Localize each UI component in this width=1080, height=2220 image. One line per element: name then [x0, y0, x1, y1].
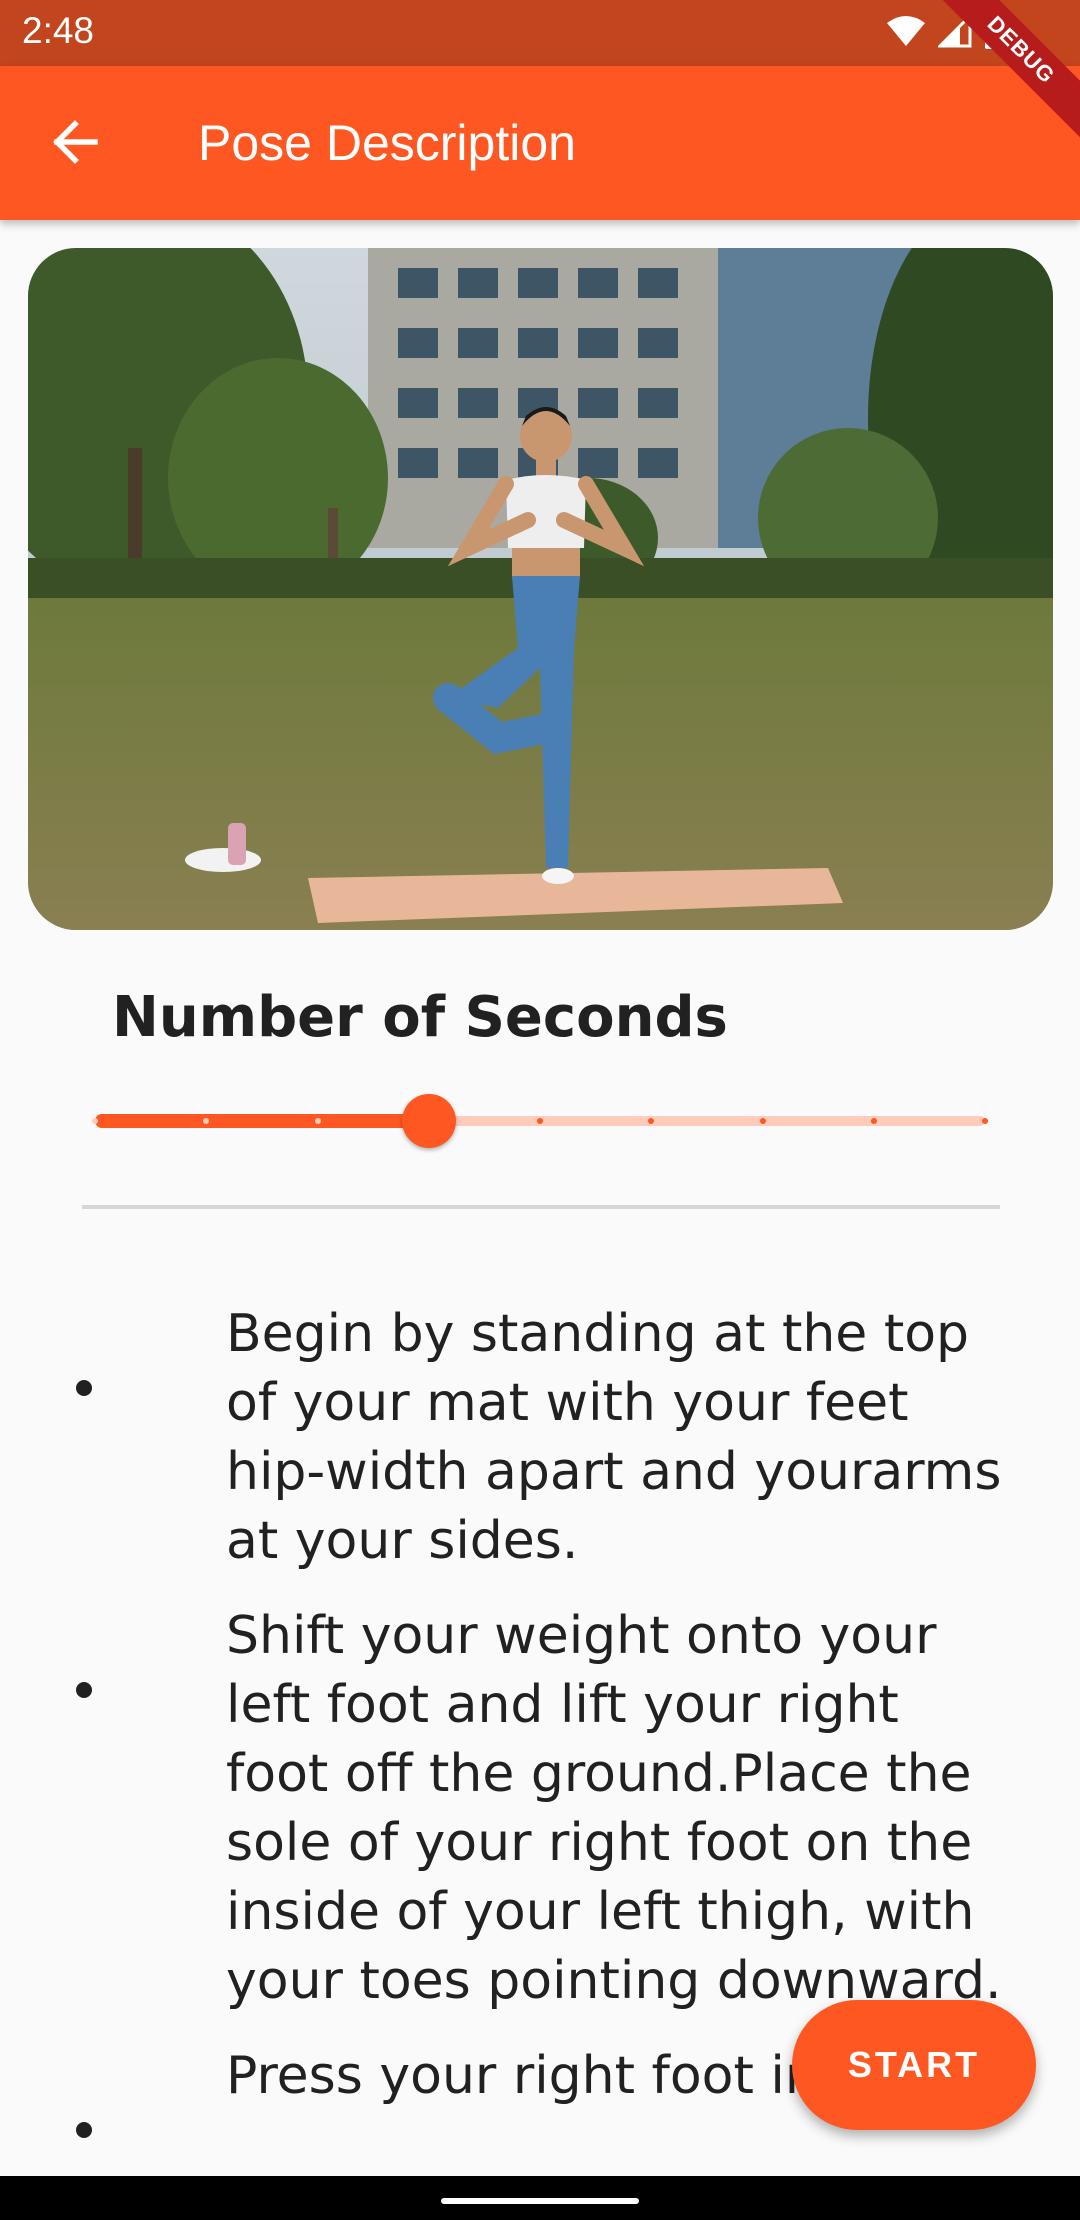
app-bar: Pose Description [0, 66, 1080, 220]
slider-tick [92, 1118, 98, 1124]
list-item: Shift your weight onto your left foot an… [0, 1602, 1080, 2016]
slider-tick [537, 1118, 543, 1124]
slider-track-active[interactable] [95, 1114, 429, 1128]
seconds-slider[interactable] [92, 1090, 988, 1150]
wifi-icon [886, 15, 926, 51]
divider [82, 1205, 1000, 1209]
pose-image [28, 248, 1053, 930]
start-button[interactable]: START [792, 2000, 1036, 2130]
slider-tick [870, 1118, 877, 1124]
slider-tick [314, 1118, 321, 1124]
navigation-bar [0, 2176, 1080, 2220]
step-text: Shift your weight onto your left foot an… [226, 1606, 1002, 2011]
slider-tick [759, 1118, 766, 1124]
step-text: Begin by standing at the top of your mat… [226, 1304, 1002, 1571]
page-title: Pose Description [198, 115, 576, 171]
list-item: Begin by standing at the top of your mat… [0, 1300, 1080, 1576]
bullet-icon [76, 2122, 92, 2138]
arrow-back-icon [51, 120, 99, 168]
status-bar: 2:48 DEBUG [0, 0, 1080, 146]
back-button[interactable] [40, 109, 110, 179]
slider-thumb[interactable] [401, 1094, 456, 1148]
seconds-heading: Number of Seconds [112, 985, 728, 1050]
home-handle[interactable] [441, 2198, 639, 2204]
status-time: 2:48 [22, 10, 95, 51]
bullet-icon [76, 1682, 92, 1698]
slider-tick [982, 1118, 988, 1124]
bullet-icon [76, 1380, 92, 1396]
